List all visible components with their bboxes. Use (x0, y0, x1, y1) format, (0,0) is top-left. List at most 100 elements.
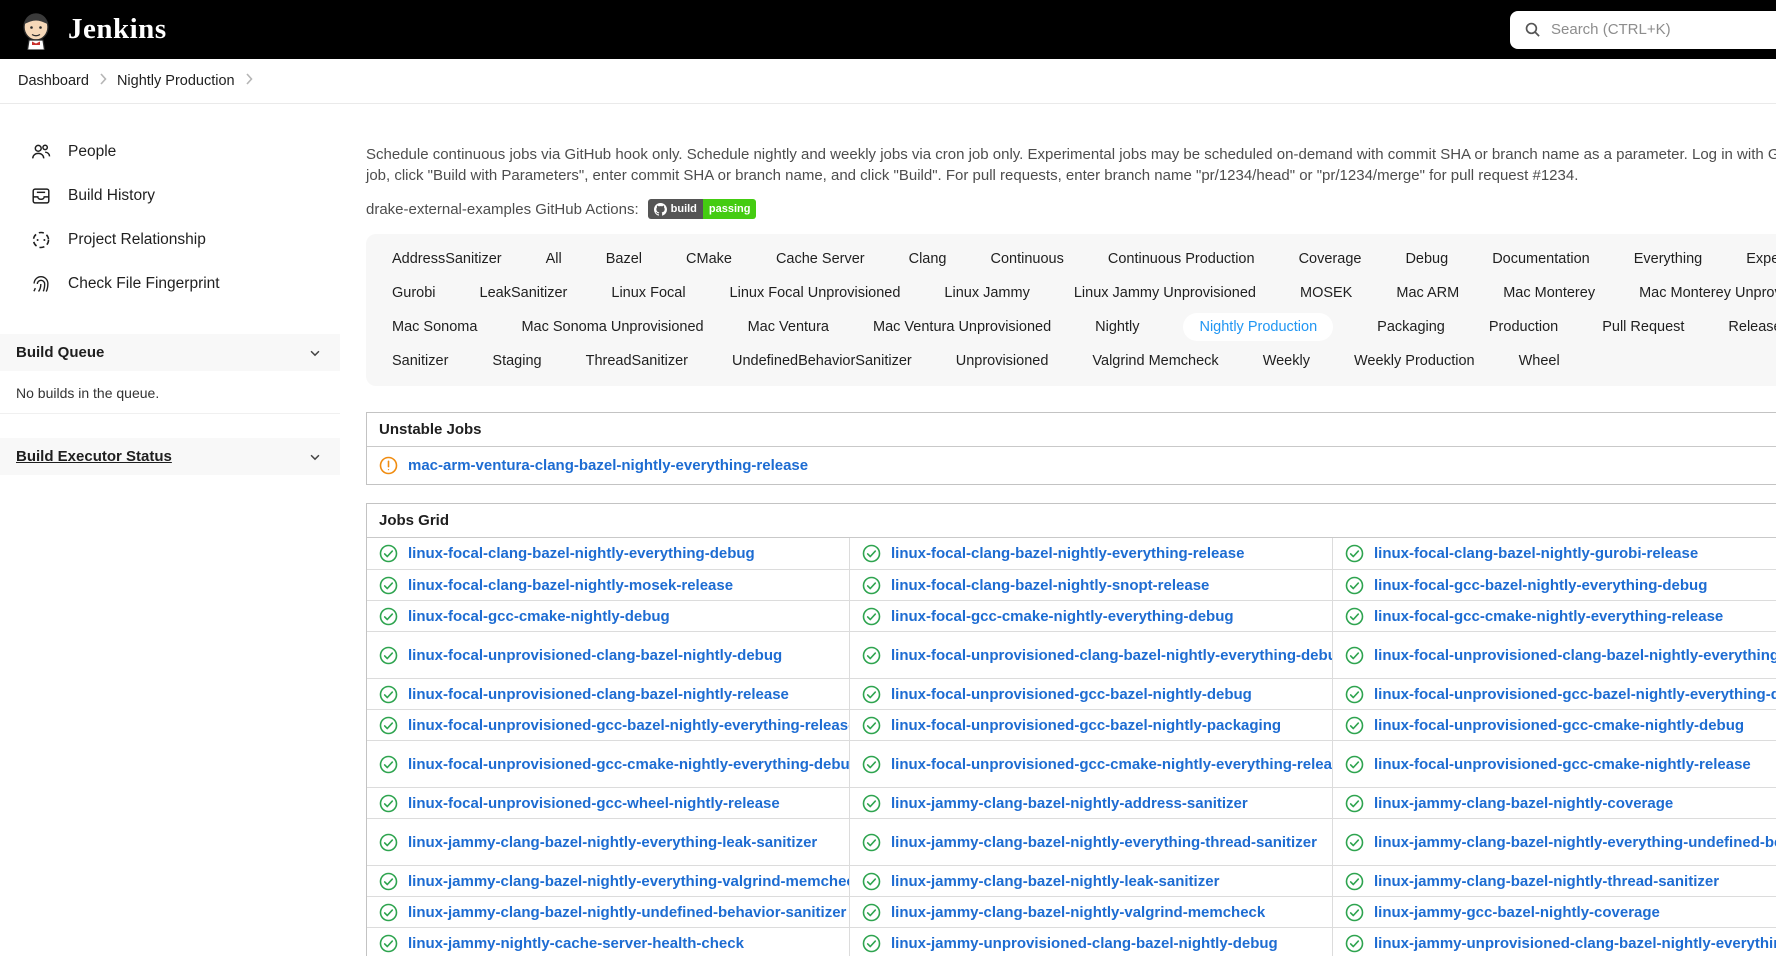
view-tab-documentation[interactable]: Documentation (1492, 245, 1590, 273)
job-link-linux-focal-unprovisioned-gcc-bazel-nightly-everything-release[interactable]: linux-focal-unprovisioned-gcc-bazel-nigh… (408, 717, 849, 734)
job-link-linux-focal-unprovisioned-clang-bazel-nightly-everything-release[interactable]: linux-focal-unprovisioned-clang-bazel-ni… (1374, 647, 1776, 664)
view-tab-undefinedbehaviorsanitizer[interactable]: UndefinedBehaviorSanitizer (732, 347, 912, 375)
job-link-linux-focal-gcc-cmake-nightly-debug[interactable]: linux-focal-gcc-cmake-nightly-debug (408, 608, 670, 625)
view-tab-sanitizer[interactable]: Sanitizer (392, 347, 448, 375)
view-tab-valgrind-memcheck[interactable]: Valgrind Memcheck (1092, 347, 1218, 375)
view-tab-clang[interactable]: Clang (909, 245, 947, 273)
job-link-linux-focal-clang-bazel-nightly-everything-debug[interactable]: linux-focal-clang-bazel-nightly-everythi… (408, 545, 755, 562)
job-link-linux-jammy-clang-bazel-nightly-coverage[interactable]: linux-jammy-clang-bazel-nightly-coverage (1374, 795, 1673, 812)
job-link-linux-jammy-clang-bazel-nightly-everything-thread-sanitizer[interactable]: linux-jammy-clang-bazel-nightly-everythi… (891, 834, 1317, 851)
job-link-linux-focal-gcc-cmake-nightly-everything-release[interactable]: linux-focal-gcc-cmake-nightly-everything… (1374, 608, 1723, 625)
view-tab-linux-focal[interactable]: Linux Focal (611, 279, 685, 307)
view-tab-mac-sonoma-unprovisioned[interactable]: Mac Sonoma Unprovisioned (521, 313, 703, 341)
job-link-linux-jammy-nightly-cache-server-health-check[interactable]: linux-jammy-nightly-cache-server-health-… (408, 935, 744, 952)
job-link-linux-jammy-clang-bazel-nightly-undefined-behavior-sanitizer[interactable]: linux-jammy-clang-bazel-nightly-undefine… (408, 904, 846, 921)
job-link-linux-jammy-unprovisioned-clang-bazel-nightly-everything-debug[interactable]: linux-jammy-unprovisioned-clang-bazel-ni… (1374, 935, 1776, 952)
view-tab-nightly-production[interactable]: Nightly Production (1183, 313, 1334, 341)
view-tab-everything[interactable]: Everything (1634, 245, 1703, 273)
sidebar-item-check-file-fingerprint[interactable]: Check File Fingerprint (0, 262, 340, 306)
unstable-jobs-title: Unstable Jobs (367, 413, 1776, 447)
jenkins-butler-logo-icon[interactable] (16, 10, 56, 51)
job-link-linux-focal-unprovisioned-clang-bazel-nightly-everything-debug[interactable]: linux-focal-unprovisioned-clang-bazel-ni… (891, 647, 1332, 664)
view-tab-leaksanitizer[interactable]: LeakSanitizer (480, 279, 568, 307)
view-tab-weekly-production[interactable]: Weekly Production (1354, 347, 1475, 375)
job-link-linux-focal-unprovisioned-gcc-bazel-nightly-packaging[interactable]: linux-focal-unprovisioned-gcc-bazel-nigh… (891, 717, 1281, 734)
job-link-linux-jammy-clang-bazel-nightly-thread-sanitizer[interactable]: linux-jammy-clang-bazel-nightly-thread-s… (1374, 873, 1719, 890)
view-tab-production[interactable]: Production (1489, 313, 1558, 341)
job-link-linux-jammy-gcc-bazel-nightly-coverage[interactable]: linux-jammy-gcc-bazel-nightly-coverage (1374, 904, 1660, 921)
success-icon (379, 544, 398, 563)
view-tab-wheel[interactable]: Wheel (1519, 347, 1560, 375)
job-link-linux-focal-clang-bazel-nightly-everything-release[interactable]: linux-focal-clang-bazel-nightly-everythi… (891, 545, 1244, 562)
view-tab-linux-jammy[interactable]: Linux Jammy (944, 279, 1029, 307)
view-tab-continuous-production[interactable]: Continuous Production (1108, 245, 1255, 273)
job-link-linux-focal-unprovisioned-gcc-cmake-nightly-release[interactable]: linux-focal-unprovisioned-gcc-cmake-nigh… (1374, 756, 1751, 773)
view-tab-release[interactable]: Release (1728, 313, 1776, 341)
view-tab-mac-ventura[interactable]: Mac Ventura (748, 313, 829, 341)
chevron-down-icon[interactable] (308, 346, 322, 360)
view-tab-gurobi[interactable]: Gurobi (392, 279, 436, 307)
breadcrumb-dashboard[interactable]: Dashboard (18, 73, 89, 89)
brand-title[interactable]: Jenkins (68, 13, 167, 46)
view-tab-weekly[interactable]: Weekly (1263, 347, 1310, 375)
jobs-grid-row: linux-focal-clang-bazel-nightly-mosek-re… (367, 569, 1776, 600)
chevron-down-icon[interactable] (308, 450, 322, 464)
job-link-linux-focal-clang-bazel-nightly-mosek-release[interactable]: linux-focal-clang-bazel-nightly-mosek-re… (408, 577, 733, 594)
view-tab-threadsanitizer[interactable]: ThreadSanitizer (586, 347, 688, 375)
job-link-linux-focal-unprovisioned-gcc-cmake-nightly-everything-debug[interactable]: linux-focal-unprovisioned-gcc-cmake-nigh… (408, 756, 849, 773)
sidebar-item-people[interactable]: People (0, 130, 340, 174)
job-link-mac-arm-ventura-clang-bazel-nightly-everything-release[interactable]: mac-arm-ventura-clang-bazel-nightly-ever… (408, 457, 808, 474)
build-executor-status-header[interactable]: Build Executor Status (0, 438, 340, 475)
view-tab-mac-arm[interactable]: Mac ARM (1396, 279, 1459, 307)
view-tab-mac-monterey[interactable]: Mac Monterey (1503, 279, 1595, 307)
build-queue-header[interactable]: Build Queue (0, 334, 340, 371)
build-passing-badge[interactable]: build passing (647, 199, 757, 219)
view-tab-mac-monterey-unprovisioned[interactable]: Mac Monterey Unprovisioned (1639, 279, 1776, 307)
job-link-linux-jammy-clang-bazel-nightly-everything-undefined-behavior-sanitizer[interactable]: linux-jammy-clang-bazel-nightly-everythi… (1374, 834, 1776, 851)
breadcrumb-nightly-production[interactable]: Nightly Production (117, 73, 235, 89)
job-link-linux-jammy-unprovisioned-clang-bazel-nightly-debug[interactable]: linux-jammy-unprovisioned-clang-bazel-ni… (891, 935, 1278, 952)
job-link-linux-focal-gcc-cmake-nightly-everything-debug[interactable]: linux-focal-gcc-cmake-nightly-everything… (891, 608, 1234, 625)
job-link-linux-focal-gcc-bazel-nightly-everything-debug[interactable]: linux-focal-gcc-bazel-nightly-everything… (1374, 577, 1707, 594)
view-tab-mosek[interactable]: MOSEK (1300, 279, 1352, 307)
job-link-linux-focal-unprovisioned-clang-bazel-nightly-release[interactable]: linux-focal-unprovisioned-clang-bazel-ni… (408, 686, 789, 703)
view-tab-cmake[interactable]: CMake (686, 245, 732, 273)
job-link-linux-jammy-clang-bazel-nightly-valgrind-memcheck[interactable]: linux-jammy-clang-bazel-nightly-valgrind… (891, 904, 1265, 921)
job-link-linux-focal-unprovisioned-gcc-cmake-nightly-everything-release[interactable]: linux-focal-unprovisioned-gcc-cmake-nigh… (891, 756, 1332, 773)
view-tab-mac-sonoma[interactable]: Mac Sonoma (392, 313, 477, 341)
view-tab-bazel[interactable]: Bazel (606, 245, 642, 273)
view-tab-unprovisioned[interactable]: Unprovisioned (956, 347, 1049, 375)
view-tab-nightly[interactable]: Nightly (1095, 313, 1139, 341)
job-link-linux-focal-clang-bazel-nightly-snopt-release[interactable]: linux-focal-clang-bazel-nightly-snopt-re… (891, 577, 1209, 594)
search-input[interactable] (1551, 21, 1776, 38)
job-link-linux-focal-unprovisioned-gcc-bazel-nightly-everything-debug[interactable]: linux-focal-unprovisioned-gcc-bazel-nigh… (1374, 686, 1776, 703)
job-link-linux-jammy-clang-bazel-nightly-leak-sanitizer[interactable]: linux-jammy-clang-bazel-nightly-leak-san… (891, 873, 1219, 890)
job-link-linux-jammy-clang-bazel-nightly-everything-leak-sanitizer[interactable]: linux-jammy-clang-bazel-nightly-everythi… (408, 834, 817, 851)
job-link-linux-focal-unprovisioned-gcc-bazel-nightly-debug[interactable]: linux-focal-unprovisioned-gcc-bazel-nigh… (891, 686, 1252, 703)
view-tab-pull-request[interactable]: Pull Request (1602, 313, 1684, 341)
chevron-right-icon[interactable] (245, 72, 253, 88)
view-tab-debug[interactable]: Debug (1405, 245, 1448, 273)
job-link-linux-focal-unprovisioned-gcc-wheel-nightly-release[interactable]: linux-focal-unprovisioned-gcc-wheel-nigh… (408, 795, 780, 812)
success-icon (379, 934, 398, 953)
job-cell: linux-focal-unprovisioned-clang-bazel-ni… (1333, 632, 1776, 678)
view-tab-linux-focal-unprovisioned[interactable]: Linux Focal Unprovisioned (730, 279, 901, 307)
sidebar-item-project-relationship[interactable]: Project Relationship (0, 218, 340, 262)
job-link-linux-focal-clang-bazel-nightly-gurobi-release[interactable]: linux-focal-clang-bazel-nightly-gurobi-r… (1374, 545, 1698, 562)
job-link-linux-jammy-clang-bazel-nightly-everything-valgrind-memcheck[interactable]: linux-jammy-clang-bazel-nightly-everythi… (408, 873, 849, 890)
view-tab-staging[interactable]: Staging (492, 347, 541, 375)
job-link-linux-focal-unprovisioned-clang-bazel-nightly-debug[interactable]: linux-focal-unprovisioned-clang-bazel-ni… (408, 647, 782, 664)
view-tab-linux-jammy-unprovisioned[interactable]: Linux Jammy Unprovisioned (1074, 279, 1256, 307)
search-box[interactable] (1510, 10, 1776, 49)
job-link-linux-jammy-clang-bazel-nightly-address-sanitizer[interactable]: linux-jammy-clang-bazel-nightly-address-… (891, 795, 1248, 812)
view-tab-cache-server[interactable]: Cache Server (776, 245, 865, 273)
view-tab-all[interactable]: All (546, 245, 562, 273)
view-tab-coverage[interactable]: Coverage (1299, 245, 1362, 273)
sidebar-item-build-history[interactable]: Build History (0, 174, 340, 218)
view-tab-continuous[interactable]: Continuous (991, 245, 1064, 273)
job-link-linux-focal-unprovisioned-gcc-cmake-nightly-debug[interactable]: linux-focal-unprovisioned-gcc-cmake-nigh… (1374, 717, 1744, 734)
view-tab-packaging[interactable]: Packaging (1377, 313, 1445, 341)
view-tab-addresssanitizer[interactable]: AddressSanitizer (392, 245, 502, 273)
view-tab-mac-ventura-unprovisioned[interactable]: Mac Ventura Unprovisioned (873, 313, 1051, 341)
view-tab-experimental[interactable]: Experimental (1746, 245, 1776, 273)
